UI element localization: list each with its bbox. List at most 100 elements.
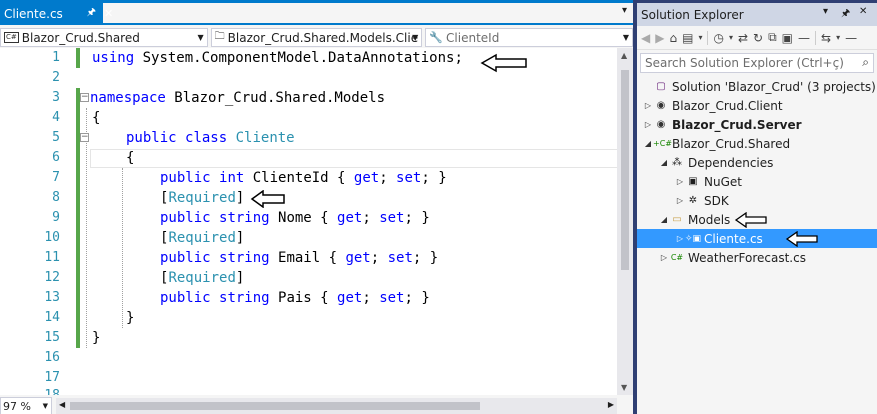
sync-icon[interactable]: ⇄ [738,31,748,45]
solution-explorer-title-bar: Solution Explorer ▾ 🖈 ✕ [637,3,877,26]
expand-arrow-icon[interactable]: ▷ [675,196,685,205]
pending-changes-icon[interactable]: ◷ [713,31,723,45]
home-icon[interactable]: ⌂ [669,31,677,45]
tree-item-weatherforecast-file[interactable]: ▷ C# WeatherForecast.cs [637,248,877,267]
tree-item-solution[interactable]: ▢ Solution 'Blazor_Crud' (3 projects) [637,77,877,96]
scroll-up-icon[interactable]: ▲ [621,51,627,60]
type-dropdown[interactable]: 🗀 Blazor_Crud.Shared.Models.Clie ▼ [210,28,423,47]
indent-guide [122,168,123,328]
panel-title: Solution Explorer [641,7,744,22]
line-number: 11 [44,250,60,265]
switch-views-icon[interactable]: ▤ [682,31,693,45]
tree-item-sdk[interactable]: ▷ ✲ SDK [637,191,877,210]
chevron-down-icon: ▼ [412,33,419,42]
zoom-dropdown[interactable]: 97 % ▼ [0,397,52,414]
scroll-right-icon[interactable]: ▶ [608,400,614,409]
line-number: 12 [44,270,60,285]
indent-guide [86,108,87,348]
horizontal-scroll-thumb[interactable] [70,402,480,410]
project-dropdown[interactable]: C# Blazor_Crud.Shared ▼ [0,28,208,47]
collapse-arrow-icon[interactable]: ◢ [643,139,653,148]
callout-arrow-icon [785,230,818,247]
tree-item-label: Cliente.cs [704,231,763,246]
line-number: 17 [44,370,60,385]
code-line-1: using System.ComponentModel.DataAnnotati… [92,50,463,66]
collapse-class-icon[interactable]: − [80,133,89,142]
tree-item-label: Blazor_Crud.Shared [672,136,791,151]
collapse-arrow-icon[interactable]: ◢ [659,158,669,167]
solution-tree: ▢ Solution 'Blazor_Crud' (3 projects) ▷ … [637,75,877,414]
code-line-10: [Required] [160,230,245,246]
vertical-scrollbar[interactable]: ▲ ▼ [617,48,633,395]
line-number: 10 [44,230,60,245]
type-dropdown-value: Blazor_Crud.Shared.Models.Clie [227,30,419,45]
window-position-dropdown-icon[interactable]: ▾ [823,6,828,17]
web-project-icon: ◉ [656,100,666,111]
collapse-all-icon[interactable]: ⧉ [768,30,777,45]
scroll-down-icon[interactable]: ▼ [621,383,627,392]
pending-changes-dropdown-icon[interactable]: ▾ [729,33,733,42]
tree-item-label: Blazor_Crud.Server [672,117,802,132]
tree-item-models-folder[interactable]: ◢ ▭ Models [637,210,877,229]
document-tab-cliente[interactable]: Cliente.cs 🖈 ✕ [0,3,113,24]
member-dropdown[interactable]: 🔧 ClienteId ▼ [425,28,633,47]
code-line-8: [Required] [160,190,245,206]
preview-dropdown-icon[interactable]: ▾ [836,33,840,42]
code-line-13: public string Pais { get; set; } [160,290,430,306]
code-line-6: { [126,150,135,166]
line-number: 7 [52,170,60,185]
expand-arrow-icon[interactable]: ▷ [659,253,669,262]
chevron-down-icon: ▼ [197,33,204,42]
back-icon[interactable]: ◀ [641,31,650,45]
document-tab-strip: Cliente.cs 🖈 ✕ ▾ [0,3,633,25]
search-icon[interactable]: ⌕ [862,55,869,70]
vertical-scroll-thumb[interactable] [621,70,629,270]
current-line-highlight [90,149,618,168]
scroll-left-icon[interactable]: ◀ [59,400,65,409]
expand-arrow-icon[interactable]: ▷ [675,177,685,186]
forward-icon[interactable]: ▶ [655,31,664,45]
tree-item-client-project[interactable]: ▷ ◉ Blazor_Crud.Client [637,96,877,115]
refresh-icon[interactable]: ↻ [753,31,763,45]
line-number: 1 [52,50,60,65]
switch-views-dropdown-icon[interactable]: ▾ [698,33,702,42]
tree-item-dependencies[interactable]: ◢ ⁂ Dependencies [637,153,877,172]
solution-explorer-toolbar: ◀ ▶ ⌂ ▤ ▾ ◷ ▾ ⇄ ↻ ⧉ ▣ — ⇆ ▾ — [637,26,877,50]
collapse-namespace-icon[interactable]: − [80,93,89,102]
tree-item-label: WeatherForecast.cs [688,250,806,265]
code-line-15: } [126,310,135,326]
wrench-icon[interactable]: — [845,31,857,45]
show-all-files-icon[interactable]: ▣ [782,31,793,45]
csharp-file-icon: C# [670,253,684,262]
tree-item-server-project[interactable]: ▷ ◉ Blazor_Crud.Server [637,115,877,134]
horizontal-scrollbar[interactable]: ◀ ▶ [56,398,617,414]
zoom-value: 97 % [3,399,31,413]
solution-icon: ▢ [656,81,666,92]
tree-item-cliente-file[interactable]: ▷ ✧▣ Cliente.cs [637,229,877,248]
properties-icon[interactable]: — [798,31,810,45]
code-line-7: public int ClienteId { get; set; } [160,170,447,186]
line-number: 13 [44,290,60,305]
collapse-arrow-icon[interactable]: ◢ [659,215,669,224]
solution-explorer-search-input[interactable]: Search Solution Explorer (Ctrl+ç) ⌕ [640,53,874,73]
line-number-gutter: 1 2 3 4 5 6 7 8 9 10 11 12 13 14 15 16 1… [0,48,64,395]
expand-arrow-icon[interactable]: ▷ [643,120,653,129]
search-placeholder: Search Solution Explorer (Ctrl+ç) [645,56,844,70]
code-text-area[interactable]: 1 2 3 4 5 6 7 8 9 10 11 12 13 14 15 16 1… [0,48,633,395]
pin-icon[interactable]: 🖈 [87,5,96,22]
tree-item-shared-project[interactable]: ◢ +C# Blazor_Crud.Shared [637,134,877,153]
close-icon[interactable]: ✕ [104,7,113,20]
preview-icon[interactable]: ⇆ [821,31,831,45]
expand-arrow-icon[interactable]: ▷ [643,101,653,110]
close-icon[interactable]: ✕ [859,6,867,17]
code-line-11: public string Email { get; set; } [160,250,439,266]
pin-icon[interactable]: 🖈 [841,6,850,23]
tree-item-nuget[interactable]: ▷ ▣ NuGet [637,172,877,191]
tab-overflow-chevron-icon[interactable]: ▾ [622,5,627,16]
toolbar-separator [815,30,816,45]
line-number: 18 [20,388,60,395]
folder-open-icon: ▭ [672,214,682,225]
change-tracking-gap [76,68,80,88]
code-editor-pane: Cliente.cs 🖈 ✕ ▾ C# Blazor_Crud.Shared ▼… [0,0,633,414]
expand-arrow-icon[interactable]: ▷ [675,234,685,243]
